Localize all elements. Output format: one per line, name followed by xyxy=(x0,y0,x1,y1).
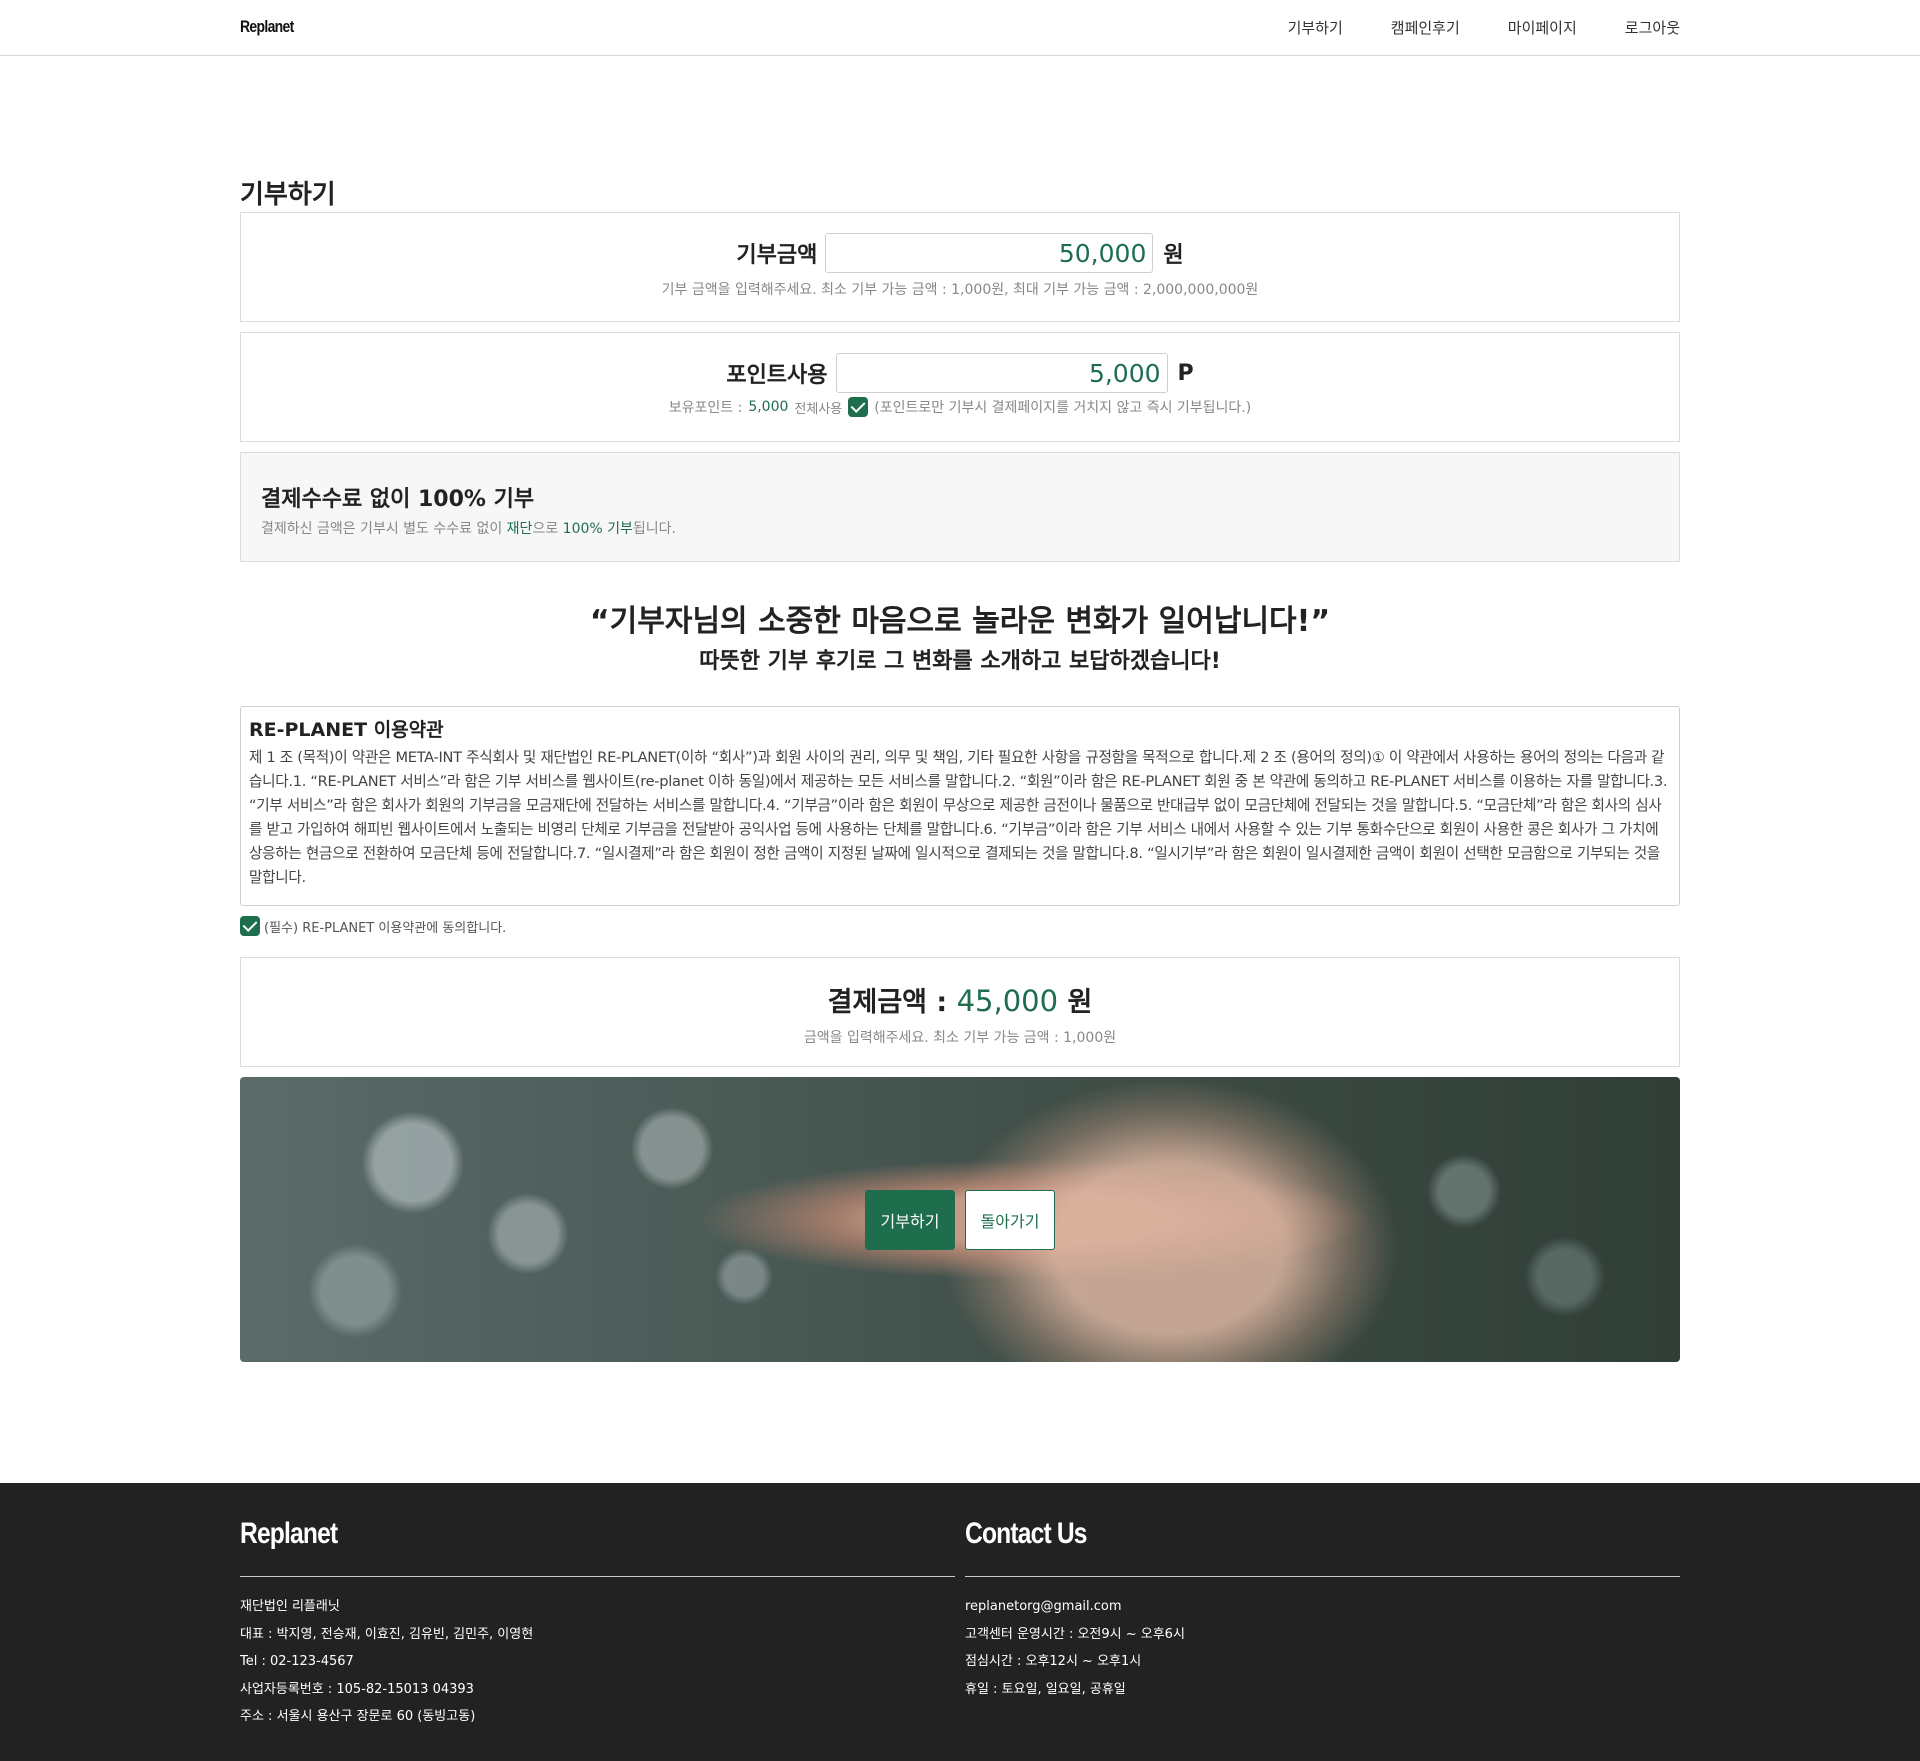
fee-desc-foundation: 재단 xyxy=(506,521,533,537)
footer-contact-line: 고객센터 운영시간 : 오전9시 ~ 오후6시 xyxy=(965,1626,1185,1642)
payment-amount-hint: 금액을 입력해주세요. 최소 기부 가능 금액 : 1,000원 xyxy=(803,1030,1117,1046)
nav-donate[interactable]: 기부하기 xyxy=(1288,17,1343,38)
points-box: 포인트사용 P 보유포인트 : 5,000 전체사용 (포인트로만 기부시 결제… xyxy=(240,332,1680,442)
site-footer: Replanet 재단법인 리플래닛 대표 : 박지영, 전승재, 이효진, 김… xyxy=(0,1483,1920,1761)
nav-campaign-review[interactable]: 캠페인후기 xyxy=(1391,17,1460,38)
footer-contact-email[interactable]: replanetorg@gmail.com xyxy=(965,1593,1185,1621)
points-note: (포인트로만 기부시 결제페이지를 거치지 않고 즉시 기부됩니다.) xyxy=(874,400,1252,416)
fee-desc-suffix: 됩니다. xyxy=(632,521,676,537)
main-nav: 기부하기 캠페인후기 마이페이지 로그아웃 xyxy=(1288,17,1680,38)
footer-divider xyxy=(240,1576,955,1577)
footer-contact-line: 휴일 : 토요일, 일요일, 공휴일 xyxy=(965,1681,1126,1697)
donation-amount-input[interactable] xyxy=(825,233,1154,273)
footer-contact-info: replanetorg@gmail.com 고객센터 운영시간 : 오전9시 ~… xyxy=(965,1593,1185,1703)
donate-banner: 기부하기 돌아가기 xyxy=(240,1077,1680,1362)
footer-company-info: 재단법인 리플래닛 대표 : 박지영, 전승재, 이효진, 김유빈, 김민주, … xyxy=(240,1593,533,1731)
terms-box[interactable]: RE-PLANET 이용약관 제 1 조 (목적)이 약관은 META-INT … xyxy=(240,706,1680,906)
banner-buttons: 기부하기 돌아가기 xyxy=(240,1077,1680,1362)
fee-desc-mid: 으로 xyxy=(532,521,563,537)
footer-company-line: 사업자등록번호 : 105-82-15013 04393 xyxy=(240,1681,474,1697)
payment-amount-box: 결제금액 : 45,000 원 금액을 입력해주세요. 최소 기부 가능 금액 … xyxy=(240,957,1680,1067)
points-label: 포인트사용 xyxy=(726,363,828,388)
payment-amount-unit: 원 xyxy=(1067,987,1093,1018)
owned-points-value: 5,000 xyxy=(748,399,789,415)
footer-company-line: 재단법인 리플래닛 xyxy=(240,1599,340,1614)
back-button[interactable]: 돌아가기 xyxy=(965,1189,1055,1250)
owned-points-label: 보유포인트 : xyxy=(668,400,743,416)
payment-amount-label: 결제금액 : xyxy=(827,987,948,1018)
footer-logo: Replanet xyxy=(240,1517,338,1550)
payment-amount-value: 45,000 xyxy=(956,984,1059,1018)
points-info: 보유포인트 : 5,000 전체사용 (포인트로만 기부시 결제페이지를 거치지… xyxy=(241,397,1679,417)
payment-amount-line: 결제금액 : 45,000 원 xyxy=(241,980,1679,1019)
site-logo[interactable]: Replanet xyxy=(240,17,294,37)
points-unit: P xyxy=(1177,360,1194,386)
nav-mypage[interactable]: 마이페이지 xyxy=(1508,17,1577,38)
donate-button[interactable]: 기부하기 xyxy=(865,1189,955,1250)
donation-amount-unit: 원 xyxy=(1163,243,1184,268)
donation-amount-box: 기부금액 원 기부 금액을 입력해주세요. 최소 기부 가능 금액 : 1,00… xyxy=(240,212,1680,322)
fee-desc-prefix: 결제하신 금액은 기부시 별도 수수료 없이 xyxy=(261,521,507,537)
terms-agree-label[interactable]: (필수) RE-PLANET 이용약관에 동의합니다. xyxy=(264,917,506,936)
donation-amount-hint: 기부 금액을 입력해주세요. 최소 기부 가능 금액 : 1,000원, 최대 … xyxy=(661,282,1259,298)
terms-body: 제 1 조 (목적)이 약관은 META-INT 주식회사 및 재단법인 RE-… xyxy=(249,749,1668,886)
footer-contact-title: Contact Us xyxy=(965,1517,1087,1550)
fee-description: 결제하신 금액은 기부시 별도 수수료 없이 재단으로 100% 기부됩니다. xyxy=(261,518,676,538)
footer-divider xyxy=(965,1576,1680,1577)
footer-company-line: Tel : 02-123-4567 xyxy=(240,1654,354,1669)
terms-title: RE-PLANET 이용약관 xyxy=(249,719,444,741)
terms-agree-checkbox[interactable] xyxy=(240,916,260,936)
quote-line-1: “기부자님의 소중한 마음으로 놀라운 변화가 일어납니다!” xyxy=(589,604,1331,639)
site-header: Replanet 기부하기 캠페인후기 마이페이지 로그아웃 xyxy=(0,0,1920,56)
points-input[interactable] xyxy=(835,353,1168,393)
fee-desc-100: 100% 기부 xyxy=(562,521,633,537)
terms-agree: (필수) RE-PLANET 이용약관에 동의합니다. xyxy=(240,916,506,936)
use-all-label: 전체사용 xyxy=(794,401,843,417)
quote-line-2: 따뜻한 기부 후기로 그 변화를 소개하고 보답하겠습니다! xyxy=(699,649,1221,674)
page-title: 기부하기 xyxy=(240,180,336,210)
footer-contact-line: 점심시간 : 오후12시 ~ 오후1시 xyxy=(965,1654,1142,1669)
fee-info-box: 결제수수료 없이 100% 기부 결제하신 금액은 기부시 별도 수수료 없이 … xyxy=(240,452,1680,562)
fee-title: 결제수수료 없이 100% 기부 xyxy=(261,487,535,512)
footer-company-line: 주소 : 서울시 용산구 장문로 60 (동빙고동) xyxy=(240,1709,476,1724)
donation-amount-label: 기부금액 xyxy=(736,243,818,268)
footer-company-line: 대표 : 박지영, 전승재, 이효진, 김유빈, 김민주, 이영현 xyxy=(240,1626,534,1642)
use-all-checkbox[interactable] xyxy=(848,397,869,417)
nav-logout[interactable]: 로그아웃 xyxy=(1625,17,1680,38)
